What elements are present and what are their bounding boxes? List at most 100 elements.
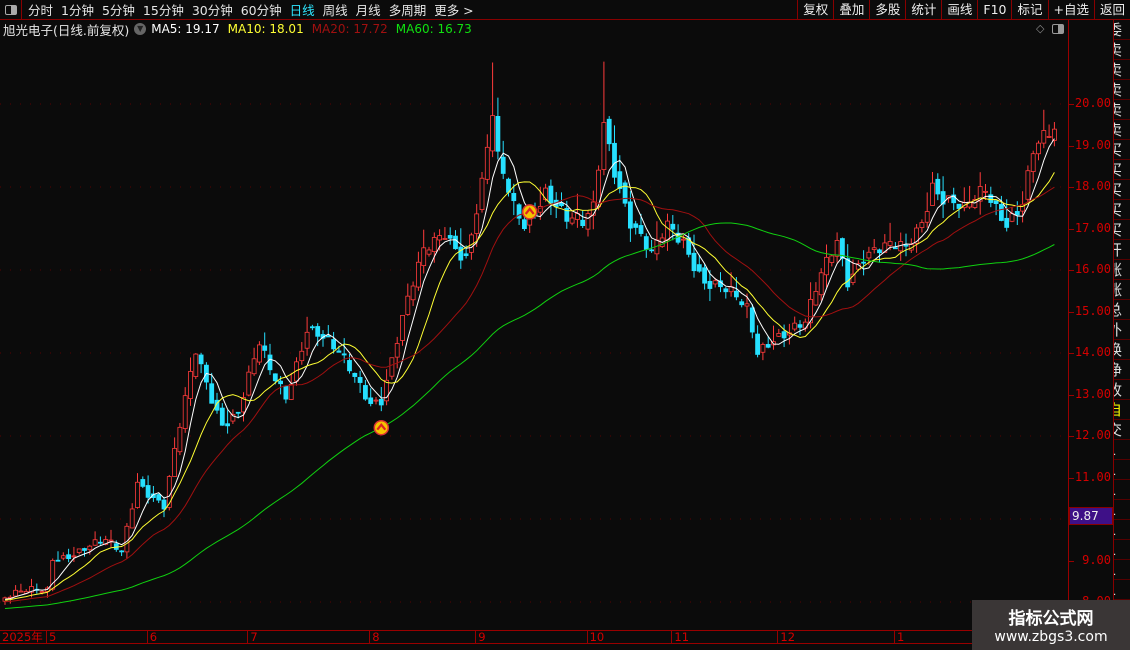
period-tab[interactable]: 日线	[286, 0, 319, 19]
candle	[34, 583, 40, 594]
candle	[60, 552, 66, 561]
candle	[55, 551, 61, 562]
tick-mark	[1069, 104, 1074, 105]
right-buttons: 复权 叠加 多股 统计 画线 F10 标记 +自选 返回	[797, 0, 1130, 20]
candle	[92, 531, 98, 546]
period-tab[interactable]: 周线	[319, 0, 352, 19]
ma5-value: MA5: 19.17	[151, 22, 220, 36]
candle	[193, 353, 199, 380]
x-tick-label: 6	[146, 631, 157, 644]
candle	[495, 97, 501, 160]
dropdown-circle-icon[interactable]: ▼	[134, 23, 147, 35]
candle	[119, 550, 124, 557]
candle	[606, 116, 612, 152]
candle	[1046, 124, 1052, 138]
candle	[373, 397, 379, 405]
y-tick-label: 18.00	[1074, 179, 1111, 193]
watermark-title: 指标公式网	[1008, 609, 1094, 629]
candle	[739, 298, 745, 308]
candle	[665, 213, 670, 251]
candle	[834, 232, 840, 263]
candle	[887, 222, 893, 251]
candle	[967, 185, 972, 210]
candle	[384, 369, 390, 406]
candle	[161, 496, 167, 518]
period-tab[interactable]: 60分钟	[237, 0, 286, 19]
toolbar-button[interactable]: 多股	[869, 0, 905, 20]
price-axis: 20.00 19.00 18.00 17.00 16.00 15.00 14.00 13.00…	[1068, 20, 1113, 630]
toolbar-button[interactable]: 复权	[797, 0, 833, 20]
candle	[659, 233, 665, 248]
side-label: 买	[1114, 220, 1130, 240]
chart-corner-icons: ◇	[1036, 22, 1065, 35]
candle	[1014, 201, 1020, 226]
candle	[760, 342, 766, 361]
side-label: 开	[1114, 240, 1130, 260]
candle	[861, 250, 866, 276]
candle	[813, 282, 819, 306]
candle	[352, 372, 358, 383]
kline-chart[interactable]	[0, 38, 1068, 630]
toolbar-button[interactable]: 返回	[1093, 0, 1130, 20]
toolbar-button[interactable]: +自选	[1047, 0, 1094, 20]
period-tab[interactable]: 更多 >	[430, 0, 477, 19]
info-bar: 旭光电子(日线.前复权) ▼ MA5: 19.17 MA10: 18.01 MA…	[0, 20, 1068, 38]
side-label: 总	[1114, 300, 1130, 320]
y-tick-label: 19.00	[1074, 137, 1111, 152]
candle	[691, 234, 697, 278]
toolbar-button[interactable]: 标记	[1011, 0, 1047, 20]
toolbar-button[interactable]: 叠加	[833, 0, 869, 20]
candle	[479, 172, 485, 213]
candle	[156, 493, 162, 504]
candle	[951, 187, 957, 211]
period-tab[interactable]: 月线	[352, 0, 385, 19]
side-label: 收	[1114, 380, 1130, 400]
period-tab[interactable]: 5分钟	[98, 0, 139, 19]
toolbar-button[interactable]: F10	[977, 0, 1011, 20]
candle	[309, 324, 315, 331]
ma20-line	[4, 186, 1055, 603]
candle	[601, 61, 607, 176]
x-tick-label: 9	[475, 631, 486, 644]
candle	[2, 596, 8, 605]
candle	[299, 342, 305, 365]
layout-toggle-icon[interactable]	[0, 0, 22, 19]
candle	[98, 536, 103, 545]
candle	[357, 370, 363, 393]
candle	[723, 287, 729, 299]
buy-signal-icon[interactable]	[521, 204, 538, 220]
time-axis: 2025年 5 6 7 8 9 10 11 12 1	[0, 630, 1068, 644]
period-tabs: 分时 1分钟 5分钟 15分钟 30分钟 60分钟 日线 周线 月线 多周期 更多 >	[22, 0, 478, 19]
tick-mark	[1069, 560, 1074, 562]
candle	[50, 558, 56, 592]
candle	[898, 232, 904, 261]
side-label: 换	[1114, 340, 1130, 360]
x-tick-label: 12	[777, 631, 795, 644]
period-tab[interactable]: 分时	[24, 0, 57, 19]
period-tab[interactable]: 15分钟	[139, 0, 188, 19]
ma10-line	[4, 172, 1055, 601]
side-label: 买	[1114, 200, 1130, 220]
tick-mark	[1069, 187, 1074, 188]
diamond-icon[interactable]: ◇	[1036, 22, 1044, 35]
panel-toggle-icon[interactable]	[1052, 23, 1065, 34]
candle	[553, 192, 559, 219]
toolbar-button[interactable]: 统计	[905, 0, 941, 20]
tick-mark	[1069, 228, 1074, 230]
candle	[241, 392, 246, 422]
candle	[129, 503, 135, 529]
period-tab[interactable]: 多周期	[385, 0, 431, 19]
period-tab[interactable]: 1分钟	[57, 0, 98, 19]
side-label: 1	[1114, 480, 1130, 500]
side-label: 1	[1114, 520, 1130, 540]
candle	[840, 237, 845, 267]
toolbar-button[interactable]: 画线	[941, 0, 977, 20]
candle	[776, 328, 782, 337]
candle	[108, 529, 114, 548]
buy-signal-icon[interactable]	[373, 419, 390, 436]
candle	[182, 387, 188, 433]
y-tick-label: 12.00	[1074, 428, 1111, 442]
x-tick-label: 2025年	[2, 630, 43, 644]
period-tab[interactable]: 30分钟	[188, 0, 237, 19]
ma60-value: MA60: 16.73	[395, 22, 472, 36]
